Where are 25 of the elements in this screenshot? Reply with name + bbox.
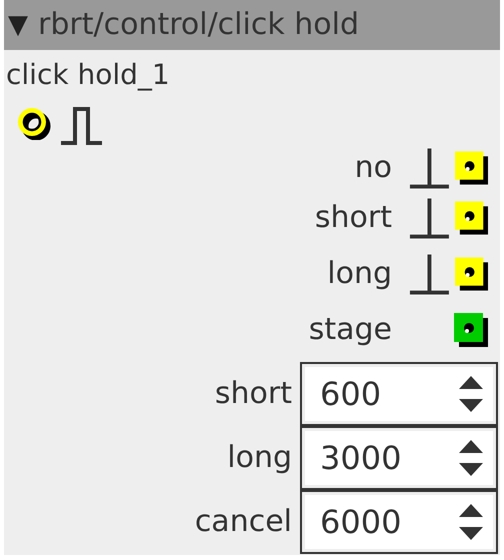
param-label: short: [214, 378, 292, 409]
trigger-icon: [408, 196, 451, 240]
number-spinbox[interactable]: 600: [300, 362, 498, 426]
spin-arrows-icon[interactable]: [458, 438, 484, 478]
output-port-icon[interactable]: [454, 312, 488, 347]
trigger-icon: [408, 146, 451, 190]
collapse-toggle[interactable]: ▼: [8, 12, 28, 38]
trigger-icon: [408, 252, 451, 296]
node-title: rbrt/control/click hold: [38, 10, 359, 40]
output-label: stage: [308, 314, 392, 345]
number-spinbox[interactable]: 3000: [300, 426, 498, 490]
instance-name: click hold_1: [5, 57, 171, 92]
output-label: long: [327, 258, 392, 289]
output-label: no: [354, 152, 392, 183]
param-label: long: [227, 442, 292, 473]
ring-port-icon[interactable]: [16, 106, 52, 140]
spin-arrows-icon[interactable]: [458, 502, 484, 542]
output-label: short: [314, 202, 392, 233]
number-spinbox[interactable]: 6000: [300, 490, 498, 554]
spin-arrows-icon[interactable]: [458, 374, 484, 414]
param-label: cancel: [194, 506, 292, 537]
pulse-icon: [60, 106, 104, 146]
output-port-icon[interactable]: [454, 150, 488, 185]
output-port-icon[interactable]: [454, 256, 488, 291]
output-port-icon[interactable]: [454, 200, 488, 235]
